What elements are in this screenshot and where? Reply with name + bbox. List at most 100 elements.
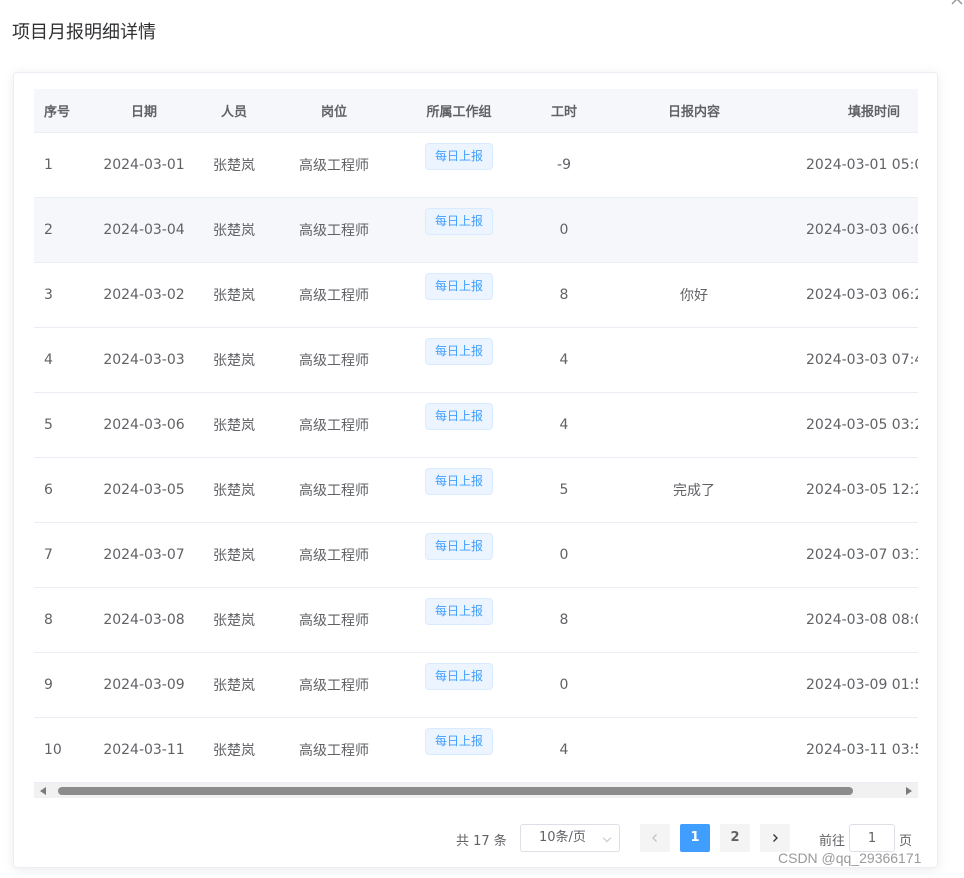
table-row[interactable]: 3 2024-03-02 张楚岚 高级工程师 每日上报 8 你好 2024-03-03 06:… bbox=[34, 262, 918, 328]
cell-hours: 4 bbox=[510, 717, 618, 783]
cell-post: 高级工程师 bbox=[260, 522, 408, 588]
header-hours: 工时 bbox=[510, 89, 618, 133]
cell-group: 每日上报 bbox=[408, 262, 510, 328]
cell-hours: 0 bbox=[510, 197, 618, 263]
cell-index: 9 bbox=[34, 652, 80, 718]
cell-date: 2024-03-07 bbox=[80, 522, 208, 588]
cell-content bbox=[618, 652, 770, 718]
cell-index: 6 bbox=[34, 457, 80, 523]
cell-post: 高级工程师 bbox=[260, 197, 408, 263]
cell-content bbox=[618, 132, 770, 198]
dialog-card: 序号 日期 人员 岗位 所属工作组 工时 日报内容 填报时间 1 2024-03-… bbox=[13, 72, 938, 868]
group-tag: 每日上报 bbox=[424, 727, 493, 755]
cell-post: 高级工程师 bbox=[260, 132, 408, 198]
cell-content bbox=[618, 197, 770, 263]
table-row[interactable]: 52024-03-06张楚岚高级工程师每日上报 4 2024-03-05 03:29 bbox=[34, 392, 918, 458]
cell-submit-time: 2024-03-07 03:1: bbox=[770, 522, 918, 588]
cell-hours: 0 bbox=[510, 522, 618, 588]
header-submit-time: 填报时间 bbox=[770, 89, 918, 133]
cell-post: 高级工程师 bbox=[260, 392, 408, 458]
cell-person: 张楚岚 bbox=[208, 457, 260, 523]
cell-hours: 4 bbox=[510, 392, 618, 458]
cell-date: 2024-03-05 bbox=[80, 457, 208, 523]
cell-date: 2024-03-09 bbox=[80, 652, 208, 718]
goto-suffix: 页 bbox=[899, 834, 913, 849]
cell-person: 张楚岚 bbox=[208, 327, 260, 393]
horizontal-scrollbar[interactable] bbox=[34, 782, 918, 798]
table-row[interactable]: 1 2024-03-01 张楚岚 高级工程师 每日上报 -9 2024-03-01 05:0… bbox=[34, 132, 918, 198]
cell-post: 高级工程师 bbox=[260, 717, 408, 783]
cell-person: 张楚岚 bbox=[208, 717, 260, 783]
scrollbar-thumb[interactable] bbox=[58, 787, 853, 795]
cell-date: 2024-03-01 bbox=[80, 132, 208, 198]
cell-person: 张楚岚 bbox=[208, 587, 260, 653]
cell-content bbox=[618, 522, 770, 588]
cell-content: 你好 bbox=[618, 262, 770, 328]
cell-submit-time: 2024-03-09 01:58 bbox=[770, 652, 918, 718]
cell-index: 7 bbox=[34, 522, 80, 588]
cell-group: 每日上报 bbox=[408, 392, 510, 458]
cell-content bbox=[618, 392, 770, 458]
table-row[interactable]: 92024-03-09张楚岚高级工程师每日上报 0 2024-03-09 01:58 bbox=[34, 652, 918, 718]
goto-page-input[interactable] bbox=[849, 824, 895, 852]
table-row[interactable]: 102024-03-11张楚岚高级工程师每日上报 4 2024-03-11 03:5… bbox=[34, 717, 918, 783]
cell-submit-time: 2024-03-08 08:02 bbox=[770, 587, 918, 653]
cell-group: 每日上报 bbox=[408, 197, 510, 263]
scroll-left-arrow-icon[interactable] bbox=[40, 787, 46, 795]
table-row[interactable]: 6 2024-03-05 张楚岚 高级工程师 每日上报 5 完成了 2024-03-05 12… bbox=[34, 457, 918, 523]
cell-hours: -9 bbox=[510, 132, 618, 198]
group-tag: 每日上报 bbox=[424, 402, 493, 430]
cell-date: 2024-03-08 bbox=[80, 587, 208, 653]
close-icon[interactable] bbox=[950, 0, 964, 6]
cell-content bbox=[618, 717, 770, 783]
header-group: 所属工作组 bbox=[408, 89, 510, 133]
cell-index: 8 bbox=[34, 587, 80, 653]
table-row[interactable]: 82024-03-08张楚岚高级工程师每日上报82024-03-08 08:02 bbox=[34, 587, 918, 653]
cell-date: 2024-03-04 bbox=[80, 197, 208, 263]
cell-hours: 4 bbox=[510, 327, 618, 393]
cell-index: 10 bbox=[34, 717, 80, 783]
page-button-1[interactable]: 1 bbox=[680, 824, 710, 852]
cell-group: 每日上报 bbox=[408, 717, 510, 783]
cell-hours: 5 bbox=[510, 457, 618, 523]
table-row[interactable]: 22024-03-04张楚岚高级工程师每日上报 0 2024-03-03 06:08 bbox=[34, 197, 918, 263]
cell-post: 高级工程师 bbox=[260, 457, 408, 523]
cell-submit-time: 2024-03-05 03:29 bbox=[770, 392, 918, 458]
header-index: 序号 bbox=[34, 89, 80, 133]
cell-group: 每日上报 bbox=[408, 132, 510, 198]
page-size-value: 10条/页 bbox=[539, 830, 586, 845]
cell-post: 高级工程师 bbox=[260, 587, 408, 653]
cell-person: 张楚岚 bbox=[208, 392, 260, 458]
table-row[interactable]: 7 2024-03-07 张楚岚 高级工程师 每日上报 0 2024-03-07 03:1: bbox=[34, 522, 918, 588]
table-header-row: 序号 日期 人员 岗位 所属工作组 工时 日报内容 填报时间 bbox=[34, 89, 918, 133]
scroll-right-arrow-icon[interactable] bbox=[906, 787, 912, 795]
cell-person: 张楚岚 bbox=[208, 197, 260, 263]
cell-submit-time: 2024-03-01 05:0( bbox=[770, 132, 918, 198]
detail-table: 序号 日期 人员 岗位 所属工作组 工时 日报内容 填报时间 1 2024-03-… bbox=[34, 89, 918, 798]
cell-submit-time: 2024-03-03 06:28 bbox=[770, 262, 918, 328]
cell-submit-time: 2024-03-03 06:08 bbox=[770, 197, 918, 263]
cell-index: 1 bbox=[34, 132, 80, 198]
cell-index: 4 bbox=[34, 327, 80, 393]
cell-date: 2024-03-06 bbox=[80, 392, 208, 458]
next-page-button[interactable] bbox=[760, 824, 790, 852]
chevron-right-icon bbox=[773, 834, 778, 842]
cell-person: 张楚岚 bbox=[208, 652, 260, 718]
cell-hours: 8 bbox=[510, 587, 618, 653]
table-row[interactable]: 4 2024-03-03 张楚岚 高级工程师 每日上报 4 2024-03-03 07:4( bbox=[34, 327, 918, 393]
cell-person: 张楚岚 bbox=[208, 132, 260, 198]
cell-post: 高级工程师 bbox=[260, 652, 408, 718]
group-tag: 每日上报 bbox=[424, 337, 493, 365]
cell-group: 每日上报 bbox=[408, 652, 510, 718]
cell-index: 2 bbox=[34, 197, 80, 263]
group-tag: 每日上报 bbox=[424, 662, 493, 690]
cell-post: 高级工程师 bbox=[260, 262, 408, 328]
cell-person: 张楚岚 bbox=[208, 262, 260, 328]
prev-page-button[interactable] bbox=[640, 824, 670, 852]
dialog-title: 项目月报明细详情 bbox=[12, 22, 156, 43]
cell-group: 每日上报 bbox=[408, 587, 510, 653]
page-size-select[interactable]: 10条/页 bbox=[520, 824, 620, 852]
page-button-2[interactable]: 2 bbox=[720, 824, 750, 852]
goto-label: 前往 bbox=[819, 834, 846, 849]
cell-content bbox=[618, 327, 770, 393]
